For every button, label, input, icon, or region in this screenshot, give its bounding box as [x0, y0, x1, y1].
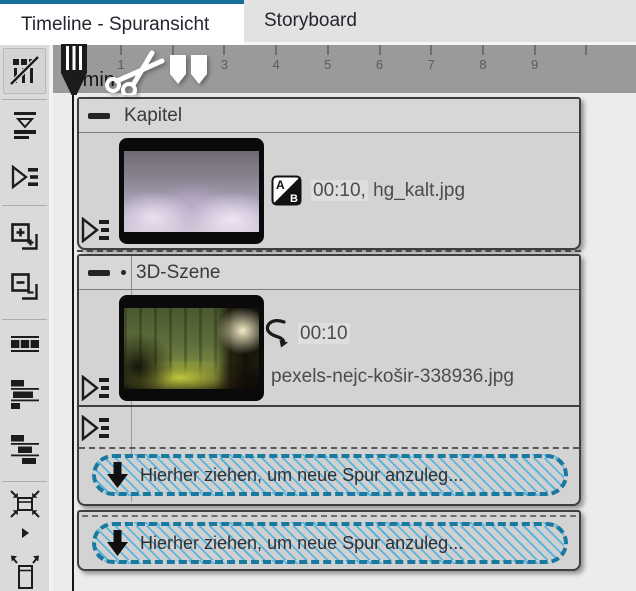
zoom-out-timeline-button[interactable]: [3, 265, 46, 307]
zoom-out-timeline-icon: [10, 272, 39, 301]
clip-filename: hg_kalt.jpg: [373, 180, 465, 201]
dropdown-arrow-icon: [22, 528, 29, 538]
drop-down-arrow-icon: [105, 529, 130, 558]
new-track-dropzone-row: Hierher ziehen, um neue Spur anzuleg...: [79, 449, 579, 502]
tab-bar: Timeline - Spuransicht Storyboard: [0, 0, 636, 45]
ruler-tick: [571, 45, 601, 57]
append-object-button[interactable]: [3, 157, 46, 197]
ruler-tick: 5: [313, 45, 343, 72]
tab-timeline-spuransicht[interactable]: Timeline - Spuransicht: [0, 0, 244, 45]
timeline-toolbar: [0, 45, 49, 591]
append-object-icon: [10, 163, 39, 191]
ruler-tick: 7: [416, 45, 446, 72]
ruler-tick: 8: [468, 45, 498, 72]
header-divider: [131, 256, 132, 289]
track-panel-kapitel[interactable]: Kapitel A B: [77, 97, 581, 250]
panel-inner-dash: [82, 515, 576, 517]
ruler-tick: 4: [261, 45, 291, 72]
collapse-tracks-button[interactable]: [3, 485, 46, 545]
toolbar-separator: [2, 99, 47, 100]
gutter-divider: [131, 407, 132, 447]
ab-transition-icon[interactable]: A B: [271, 175, 302, 206]
playhead-line[interactable]: [72, 93, 74, 591]
append-here-icon[interactable]: [81, 375, 111, 401]
timeline-stagger-view-button[interactable]: [3, 425, 46, 473]
zoom-in-timeline-icon: [10, 222, 39, 251]
track-title: Kapitel: [124, 105, 182, 127]
app-window: Timeline - Spuransicht Storyboard: [0, 0, 636, 591]
timeline-ruler[interactable]: 123456789 0 min: [53, 45, 636, 93]
clip-thumbnail-forest[interactable]: [119, 295, 264, 401]
timeline-stagger-view-icon: [10, 433, 40, 465]
dropzone-label: Hierher ziehen, um neue Spur anzuleg...: [140, 533, 463, 554]
clip-filename: pexels-nejc-košir-338936.jpg: [271, 366, 514, 388]
toolbar-separator: [2, 481, 47, 482]
toolbar-separator: [2, 205, 47, 206]
track-header[interactable]: Kapitel: [79, 99, 579, 133]
clip-label: 00:10, hg_kalt.jpg: [311, 180, 465, 202]
toolbar-separator: [2, 319, 47, 320]
zoom-in-timeline-button[interactable]: [3, 215, 46, 257]
collapse-tracks-icon: [9, 488, 41, 542]
append-here-icon[interactable]: [81, 217, 111, 243]
clip-duration: 00:10,: [311, 180, 368, 201]
append-here-icon[interactable]: [81, 415, 111, 441]
timeline-workspace[interactable]: Kapitel A B: [53, 93, 636, 591]
collapse-track-button[interactable]: [88, 270, 110, 276]
expand-tracks-icon: [9, 553, 41, 591]
track-header[interactable]: 3D-Szene: [79, 256, 579, 290]
insert-track-button[interactable]: [3, 105, 46, 145]
timeline-compact-view-button[interactable]: [3, 371, 46, 417]
split-markers-icon[interactable]: [169, 54, 211, 90]
track-content: A B 00:10, hg_kalt.jpg: [79, 133, 579, 248]
track-panel-3d-szene[interactable]: 3D-Szene 00:10: [77, 254, 581, 506]
track-content: 00:10 pexels-nejc-košir-338936.jpg: [79, 290, 579, 407]
timeline-compact-view-icon: [10, 378, 40, 410]
track-state-dot: [121, 270, 126, 275]
hide-tracks-button[interactable]: [3, 48, 46, 94]
svg-text:B: B: [290, 193, 298, 205]
thumbnail-image: [124, 308, 259, 389]
drop-down-arrow-icon: [105, 461, 130, 490]
storyboard-view-button[interactable]: [3, 329, 46, 361]
hide-tracks-icon: [10, 56, 40, 86]
clip-thumbnail-hg-kalt[interactable]: [119, 138, 264, 244]
thumbnail-image: [124, 151, 259, 232]
collapse-track-button[interactable]: [88, 113, 110, 119]
track-separator: [77, 250, 581, 252]
new-track-dropzone[interactable]: Hierher ziehen, um neue Spur anzuleg...: [92, 522, 568, 564]
new-track-dropzone[interactable]: Hierher ziehen, um neue Spur anzuleg...: [92, 454, 568, 496]
tab-storyboard[interactable]: Storyboard: [247, 0, 636, 42]
playhead-marker[interactable]: [59, 43, 89, 97]
clip-duration: 00:10: [298, 323, 350, 345]
ruler-tick: 9: [520, 45, 550, 72]
track-title: 3D-Szene: [136, 262, 221, 284]
scissors-cut-icon[interactable]: [102, 49, 168, 95]
expand-tracks-button[interactable]: [3, 553, 46, 591]
ruler-tick: 6: [365, 45, 395, 72]
empty-subtrack-row[interactable]: [79, 407, 579, 449]
tab-label: Timeline - Spuransicht: [21, 14, 209, 36]
insert-track-icon: [11, 110, 39, 140]
tab-label: Storyboard: [264, 10, 357, 32]
new-track-panel[interactable]: Hierher ziehen, um neue Spur anzuleg...: [77, 510, 581, 571]
storyboard-view-icon: [10, 333, 40, 357]
motion-curve-icon[interactable]: [260, 318, 292, 350]
svg-text:A: A: [276, 178, 285, 192]
ruler-tick: 3: [209, 45, 239, 72]
dropzone-label: Hierher ziehen, um neue Spur anzuleg...: [140, 465, 463, 486]
